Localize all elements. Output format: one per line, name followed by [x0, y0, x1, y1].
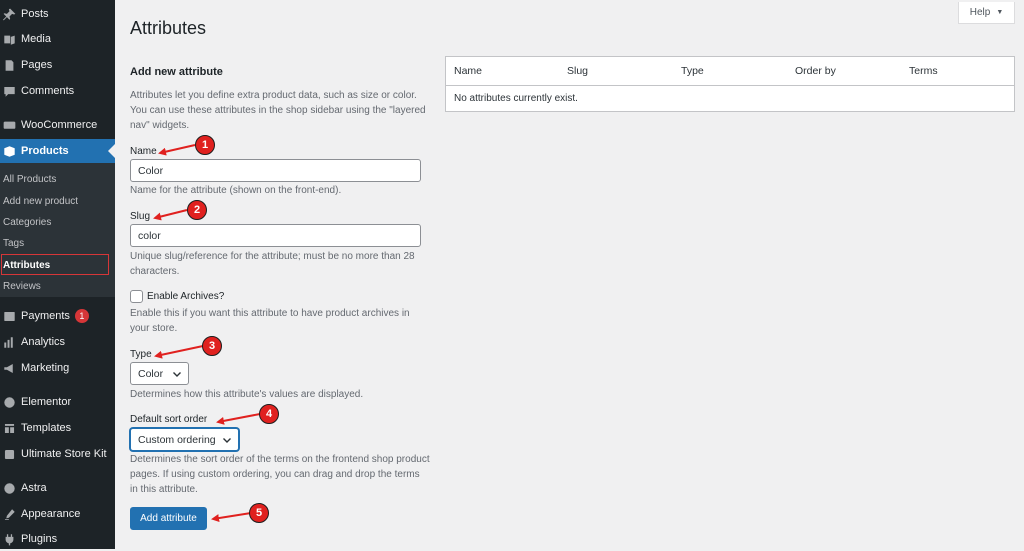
- sidebar-item-label: Analytics: [21, 336, 66, 348]
- slug-label: Slug: [130, 211, 151, 222]
- sidebar-item-label: Appearance: [21, 508, 81, 520]
- marketing-icon: [3, 362, 16, 375]
- appearance-icon: [3, 508, 16, 521]
- products-submenu: All Products Add new product Categories …: [0, 163, 115, 297]
- help-label: Help: [969, 7, 991, 18]
- type-description: Determines how this attribute's values a…: [130, 389, 364, 400]
- chevron-down-icon: [173, 372, 181, 377]
- sidebar-item-label: Payments: [21, 310, 70, 322]
- enable-archives-label: Enable Archives?: [147, 291, 225, 302]
- submenu-item-all-products[interactable]: All Products: [0, 169, 115, 190]
- comments-icon: [3, 85, 16, 98]
- callout-badge-3: 3: [202, 336, 222, 356]
- woocommerce-icon: [3, 119, 16, 132]
- sidebar-item-label: Products: [21, 145, 69, 157]
- slug-input[interactable]: [130, 224, 421, 247]
- add-attribute-button[interactable]: Add attribute: [130, 507, 207, 530]
- form-intro-text: Attributes let you define extra product …: [130, 90, 426, 131]
- sidebar-item-label: WooCommerce: [21, 119, 98, 131]
- sidebar-item-label: Pages: [21, 59, 53, 71]
- type-select[interactable]: Color: [130, 362, 189, 385]
- form-heading: Add new attribute: [130, 66, 223, 78]
- sidebar-item-label: Marketing: [21, 362, 70, 374]
- sidebar-item-astra[interactable]: Astra: [0, 476, 115, 500]
- column-header-type[interactable]: Type: [681, 65, 704, 77]
- sidebar-item-label: Media: [21, 33, 51, 45]
- sidebar-item-products[interactable]: Products: [0, 139, 115, 163]
- analytics-icon: [3, 336, 16, 349]
- sidebar-item-label: Comments: [21, 85, 75, 97]
- submenu-item-add-new-product[interactable]: Add new product: [0, 191, 115, 212]
- admin-sidebar: Posts Media Pages Comments WooCommerce P…: [0, 0, 115, 549]
- submenu-item-categories[interactable]: Categories: [0, 212, 115, 233]
- callout-arrow-2: [153, 209, 188, 221]
- notification-badge: 1: [74, 309, 89, 323]
- sidebar-item-woocommerce[interactable]: WooCommerce: [0, 113, 115, 137]
- sidebar-item-label: Ultimate Store Kit: [21, 448, 107, 460]
- pages-icon: [3, 59, 16, 72]
- sidebar-item-label: Posts: [21, 8, 49, 20]
- chevron-down-icon: [223, 438, 231, 443]
- enable-archives-checkbox[interactable]: [130, 290, 143, 303]
- table-empty-message: No attributes currently exist.: [454, 93, 578, 104]
- sidebar-item-pages[interactable]: Pages: [0, 53, 115, 77]
- name-input[interactable]: [130, 159, 421, 182]
- sidebar-item-label: Plugins: [21, 533, 58, 545]
- sidebar-item-label: Templates: [21, 422, 72, 434]
- sidebar-item-ultimate-store-kit[interactable]: Ultimate Store Kit: [0, 442, 115, 466]
- callout-badge-1: 1: [195, 135, 215, 155]
- sidebar-item-appearance[interactable]: Appearance: [0, 502, 115, 526]
- callout-arrow-5: [211, 512, 252, 523]
- default-sort-order-label: Default sort order: [130, 414, 208, 425]
- callout-arrow-4: [216, 413, 261, 425]
- callout-badge-2: 2: [187, 200, 207, 220]
- products-icon: [3, 145, 16, 158]
- sidebar-item-marketing[interactable]: Marketing: [0, 356, 115, 380]
- callout-badge-5: 5: [249, 503, 269, 523]
- media-icon: [3, 33, 16, 46]
- sidebar-item-payments[interactable]: Payments 1: [0, 304, 115, 328]
- attributes-highlight-box: [1, 254, 109, 275]
- type-label: Type: [130, 349, 152, 360]
- submenu-item-tags[interactable]: Tags: [0, 233, 115, 254]
- sidebar-item-analytics[interactable]: Analytics: [0, 330, 115, 354]
- table-header-row: Name Slug Type Order by Terms: [446, 57, 1014, 86]
- column-header-terms[interactable]: Terms: [909, 65, 938, 77]
- sidebar-item-posts[interactable]: Posts: [0, 2, 115, 26]
- slug-description: Unique slug/reference for the attribute;…: [130, 251, 415, 277]
- column-header-slug[interactable]: Slug: [567, 65, 588, 77]
- callout-badge-4: 4: [259, 404, 279, 424]
- pin-icon: [3, 8, 16, 21]
- name-description: Name for the attribute (shown on the fro…: [130, 185, 342, 196]
- sidebar-item-comments[interactable]: Comments: [0, 79, 115, 103]
- default-sort-order-description: Determines the sort order of the terms o…: [130, 454, 430, 495]
- default-sort-order-select[interactable]: Custom ordering: [130, 428, 239, 451]
- name-label: Name: [130, 146, 157, 157]
- templates-icon: [3, 422, 16, 435]
- sidebar-item-label: Elementor: [21, 396, 72, 408]
- caret-down-icon: ▼: [996, 9, 1004, 16]
- elementor-icon: [3, 396, 16, 409]
- sidebar-item-media[interactable]: Media: [0, 27, 115, 51]
- column-header-order-by[interactable]: Order by: [795, 65, 836, 77]
- help-tab-button[interactable]: Help ▼: [958, 2, 1015, 24]
- callout-arrow-1: [158, 144, 196, 156]
- type-select-value: Color: [138, 367, 164, 380]
- sidebar-item-plugins[interactable]: Plugins: [0, 527, 115, 551]
- column-header-name[interactable]: Name: [454, 65, 482, 77]
- enable-archives-description: Enable this if you want this attribute t…: [130, 308, 410, 334]
- attributes-table: Name Slug Type Order by Terms No attribu…: [445, 56, 1015, 112]
- sidebar-item-templates[interactable]: Templates: [0, 416, 115, 440]
- store-kit-icon: [3, 448, 16, 461]
- plugins-icon: [3, 533, 16, 546]
- sort-select-value: Custom ordering: [138, 433, 216, 446]
- callout-arrow-3: [154, 345, 204, 359]
- submenu-item-reviews[interactable]: Reviews: [0, 276, 115, 297]
- sidebar-item-elementor[interactable]: Elementor: [0, 390, 115, 414]
- page-title: Attributes: [130, 18, 207, 38]
- payments-icon: [3, 310, 16, 323]
- astra-icon: [3, 482, 16, 495]
- sidebar-item-label: Astra: [21, 482, 47, 494]
